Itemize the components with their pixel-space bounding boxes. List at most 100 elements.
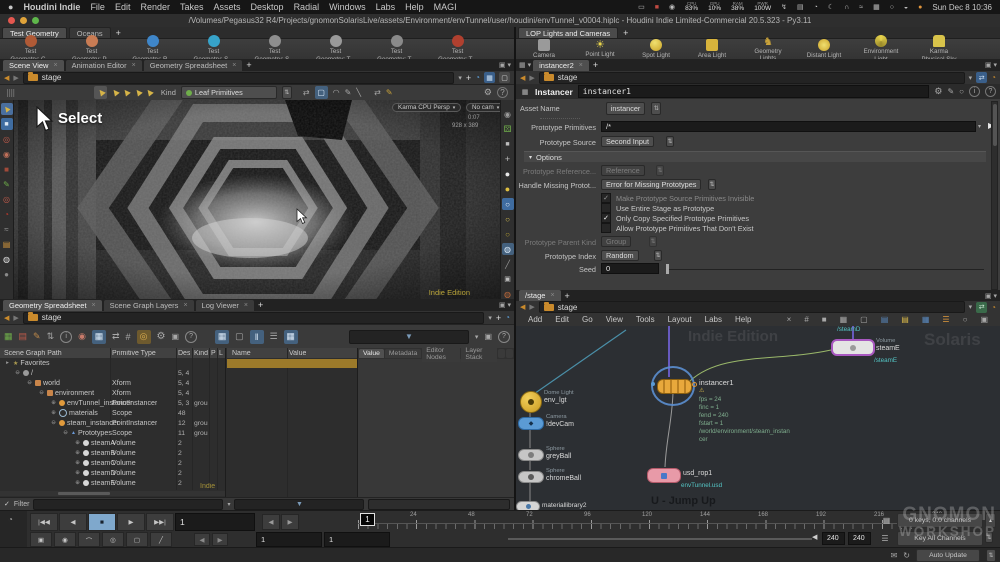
screen-mirror-icon[interactable]: ▭ bbox=[638, 3, 645, 11]
close-icon[interactable]: × bbox=[579, 62, 583, 69]
gear-icon[interactable]: ⚙ bbox=[484, 87, 492, 98]
wand-tool-icon[interactable]: ≈ bbox=[1, 223, 13, 235]
auto-update-dropdown[interactable]: Auto Update bbox=[916, 549, 980, 562]
sticky-note-icon[interactable]: ▤ bbox=[901, 315, 909, 324]
params-path-field[interactable]: stage bbox=[539, 72, 965, 84]
select-dynamics-icon[interactable]: ▶ bbox=[132, 87, 143, 97]
shelf-tool-point-light[interactable]: ☀Point Light bbox=[572, 39, 628, 58]
scrollbar-thumb[interactable] bbox=[58, 492, 110, 495]
shelf-tool-distant-light[interactable]: Distant Light bbox=[796, 39, 852, 59]
renderer-selector[interactable]: Karma CPU Persp▾ bbox=[392, 103, 461, 112]
maximize-pane-icon[interactable]: ▣ bbox=[499, 301, 506, 309]
tab-scene-graph-layers[interactable]: Scene Graph Layers× bbox=[104, 300, 194, 311]
range-start-field[interactable]: 1 bbox=[256, 532, 322, 547]
menu-windows[interactable]: Windows bbox=[329, 2, 366, 12]
snapshot-icon[interactable]: ▣ bbox=[484, 332, 492, 341]
handle-missing-dropdown[interactable]: Error for Missing Prototypes bbox=[601, 179, 701, 190]
playback-start-field[interactable]: 1 bbox=[324, 532, 390, 547]
kind-stepper[interactable]: ⇅ bbox=[282, 86, 292, 99]
proto-prims-menu-icon[interactable]: ▾ bbox=[978, 123, 981, 130]
kind-dropdown[interactable]: Leaf Primitives bbox=[181, 86, 277, 99]
next-key-button[interactable]: ▶ bbox=[281, 514, 299, 530]
checkbox-allow-missing[interactable] bbox=[601, 223, 611, 233]
snapshot-icon[interactable]: ▦ bbox=[484, 72, 495, 83]
gsheet-filter-field[interactable]: ▼ bbox=[349, 330, 469, 344]
multi-sphere-icon[interactable]: ◍ bbox=[502, 288, 514, 299]
col-p[interactable]: P bbox=[211, 350, 216, 357]
netbox-icon[interactable]: ▦ bbox=[922, 315, 930, 324]
tree-row-environment[interactable]: ⊖environmentXform5, 4 bbox=[0, 388, 225, 398]
menu-radial[interactable]: Radial bbox=[294, 2, 320, 12]
col-primitive-type[interactable]: Primitive Type bbox=[112, 350, 156, 357]
network-canvas[interactable]: Indie Edition Solaris Dome Light env_lgt… bbox=[516, 326, 1000, 510]
slope-icon[interactable]: ╱ bbox=[150, 532, 172, 547]
square-icon[interactable]: ■ bbox=[822, 315, 827, 324]
select-mode-icon[interactable]: ▶ bbox=[1, 103, 13, 115]
col-l[interactable]: L bbox=[219, 350, 223, 357]
key-all-channels-dropdown[interactable]: Key All Channels bbox=[897, 531, 983, 546]
seed-slider-handle[interactable] bbox=[666, 264, 669, 274]
current-frame-field[interactable]: 1 bbox=[175, 513, 255, 531]
filter-check-icon[interactable]: ✓ bbox=[4, 500, 10, 508]
node-usd-rop1[interactable] bbox=[647, 468, 681, 483]
pane-menu-icon[interactable]: ▾ bbox=[993, 292, 997, 300]
handles-icon[interactable]: ◎ bbox=[1, 133, 13, 145]
node-env-lgt[interactable] bbox=[520, 391, 542, 413]
move-tool-icon[interactable]: ■ bbox=[1, 163, 13, 175]
menu-edit[interactable]: Edit bbox=[115, 2, 131, 12]
user-icon[interactable]: ◒ bbox=[904, 4, 908, 11]
keys-info-button[interactable]: 0 keys, 0.0 channels bbox=[897, 513, 983, 528]
help-icon[interactable]: ? bbox=[185, 331, 197, 343]
node-instancer1[interactable] bbox=[657, 379, 692, 394]
pane-split-icon[interactable]: ▦ bbox=[519, 61, 526, 69]
tab-stage-network[interactable]: /stage× bbox=[519, 290, 561, 301]
search-red-icon[interactable]: ◉ bbox=[78, 331, 86, 342]
tab-metadata[interactable]: Metadata bbox=[385, 349, 421, 358]
maximize-pane-icon[interactable]: ▣ bbox=[985, 61, 992, 69]
tree-row-steamA[interactable]: ⊕steamAVolume2 bbox=[0, 438, 225, 448]
tab-geometry-spreadsheet-pane[interactable]: Geometry Spreadsheet× bbox=[3, 300, 102, 311]
path-dropdown-icon[interactable]: ▾ bbox=[488, 314, 492, 322]
menu-magi[interactable]: MAGI bbox=[434, 2, 457, 12]
proto-index-stepper[interactable]: ⇅ bbox=[654, 250, 662, 261]
selected-row[interactable] bbox=[227, 359, 357, 368]
col-des[interactable]: Des bbox=[178, 350, 190, 357]
lock-icon[interactable]: ■ bbox=[1, 118, 13, 130]
pin-pane-icon[interactable]: + bbox=[496, 313, 501, 323]
tab-instancer2[interactable]: instancer2× bbox=[533, 60, 589, 71]
pin-pane-icon[interactable]: + bbox=[466, 73, 471, 83]
line-select-icon[interactable]: ╲ bbox=[356, 88, 361, 97]
col-scene-graph-path[interactable]: Scene Graph Path bbox=[4, 350, 62, 357]
hand-tool-icon[interactable]: ◍ bbox=[1, 253, 13, 265]
net-menu-tools[interactable]: Tools bbox=[636, 315, 655, 324]
message-icon[interactable]: ✉ bbox=[891, 551, 898, 560]
light-mixer-icon[interactable]: ◎ bbox=[137, 330, 151, 344]
filter-extra-field[interactable] bbox=[368, 499, 510, 510]
net-menu-help[interactable]: Help bbox=[735, 315, 751, 324]
path-dropdown-icon[interactable]: ▾ bbox=[969, 303, 973, 311]
light-a-icon[interactable]: ○ bbox=[502, 213, 514, 225]
record-icon[interactable]: ■ bbox=[655, 4, 659, 11]
asset-name-dropdown[interactable]: instancer bbox=[606, 102, 646, 115]
path-dropdown-icon[interactable]: ▾ bbox=[458, 74, 462, 82]
shelf-tool-spot-light[interactable]: Spot Light bbox=[628, 39, 684, 59]
pose-icon[interactable]: ◉ bbox=[1, 148, 13, 160]
network-path-field[interactable]: stage bbox=[539, 301, 965, 313]
name-value-view-icon[interactable]: ▦ bbox=[215, 330, 229, 344]
help-icon[interactable]: ? bbox=[985, 86, 996, 97]
tab-editor-nodes[interactable]: Editor Nodes bbox=[422, 346, 460, 362]
normals-icon[interactable]: ╱ bbox=[502, 258, 514, 270]
select-tool-icon[interactable]: ▶ bbox=[94, 86, 107, 99]
dotted-range-icon[interactable]: ▢ bbox=[126, 532, 148, 547]
add-shelf-tab-button-right[interactable]: + bbox=[623, 28, 628, 38]
grid-a-icon[interactable]: ▦ bbox=[840, 315, 848, 324]
col-value[interactable]: Value bbox=[289, 350, 306, 357]
arc-icon[interactable]: ⌒ bbox=[78, 532, 100, 547]
close-window-button[interactable] bbox=[8, 17, 15, 24]
close-icon[interactable]: × bbox=[53, 62, 57, 69]
extra-tool-icon[interactable]: ● bbox=[1, 268, 13, 280]
tree-row-favorites[interactable]: ▸★Favorites bbox=[0, 358, 225, 368]
prim-red-icon[interactable]: ▤ bbox=[19, 331, 28, 342]
tree-hscrollbar[interactable] bbox=[0, 491, 225, 496]
select-state-icon[interactable]: ⇄ bbox=[303, 88, 310, 97]
